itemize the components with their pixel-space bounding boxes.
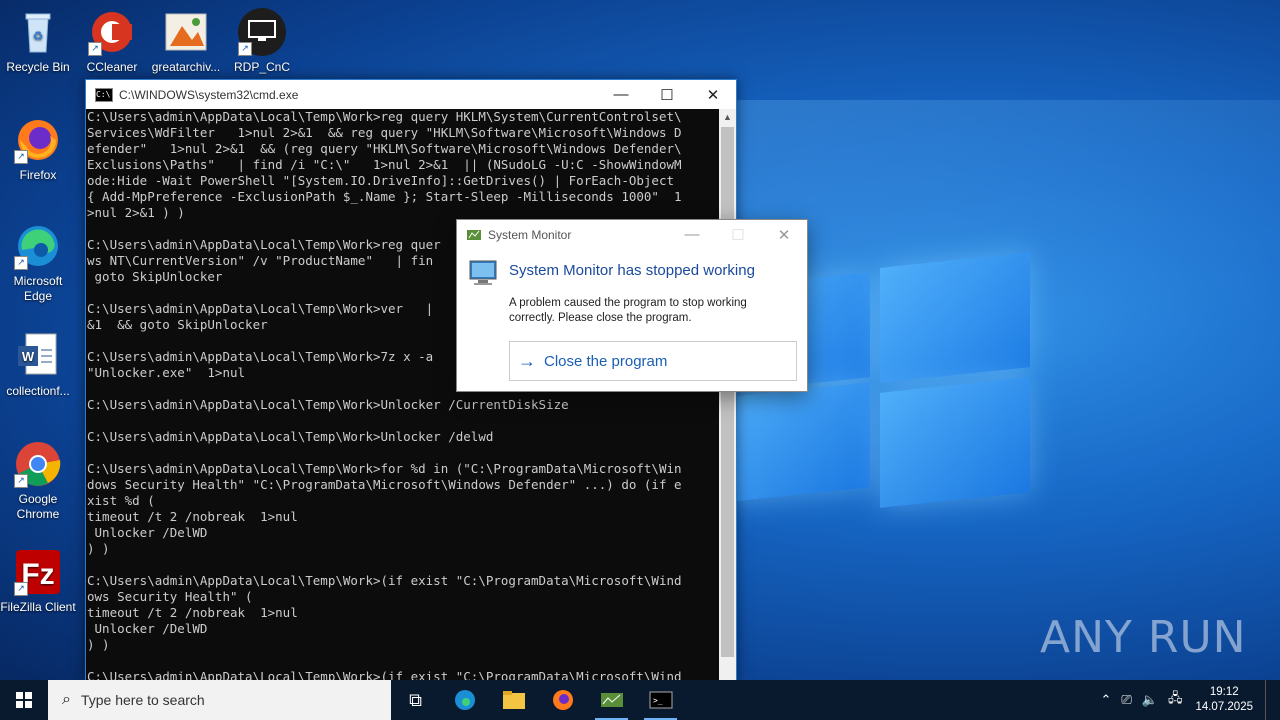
scroll-up-icon[interactable]: ▲ xyxy=(719,109,736,126)
scroll-thumb[interactable] xyxy=(721,127,734,657)
taskbar-clock[interactable]: 19:12 14.07.2025 xyxy=(1195,685,1253,715)
error-dialog[interactable]: System Monitor — ☐ ✕ System Monitor has … xyxy=(456,219,808,392)
console-icon: C:\ xyxy=(95,87,113,102)
edge-icon: ↗ xyxy=(14,222,62,270)
icon-label: Microsoft Edge xyxy=(13,274,63,303)
image-file-icon xyxy=(162,8,210,56)
console-icon: >_ xyxy=(649,691,672,709)
svg-text:W: W xyxy=(22,349,35,364)
volume-icon[interactable]: 🔈 xyxy=(1142,692,1158,708)
desktop-icon-collection-doc[interactable]: W collectionf... xyxy=(0,332,76,399)
icon-label: FileZilla Client xyxy=(0,600,76,614)
desktop-icon-ccleaner[interactable]: ↗ CCleaner xyxy=(74,8,150,75)
chrome-icon: ↗ xyxy=(14,440,62,488)
svg-text:>_: >_ xyxy=(653,696,663,705)
desktop-icon-recycle-bin[interactable]: ♻ Recycle Bin xyxy=(0,8,76,75)
ccleaner-icon: ↗ xyxy=(88,8,136,56)
desktop-icon-edge[interactable]: ↗ Microsoft Edge xyxy=(0,222,76,304)
search-placeholder: Type here to search xyxy=(80,692,205,708)
network-icon[interactable]: 🖧 xyxy=(1168,689,1183,711)
icon-label: Firefox xyxy=(19,168,57,182)
dialog-titlebar[interactable]: System Monitor — ☐ ✕ xyxy=(457,220,807,249)
filezilla-icon: Fz ↗ xyxy=(14,548,62,596)
taskbar-firefox[interactable] xyxy=(538,680,587,720)
task-view-icon: ⧉ xyxy=(409,689,422,710)
console-text: C:\Users\admin\AppData\Local\Temp\Work>r… xyxy=(87,109,682,681)
system-monitor-icon xyxy=(600,693,623,707)
close-program-label: Close the program xyxy=(544,352,668,370)
search-icon: ⌕ xyxy=(62,691,71,708)
anyrun-watermark: ANY RUN xyxy=(1040,612,1247,663)
minimize-button[interactable]: — xyxy=(598,80,644,109)
console-output[interactable]: C:\Users\admin\AppData\Local\Temp\Work>r… xyxy=(86,109,718,681)
icon-label: greatarchiv... xyxy=(151,60,221,74)
taskbar-system-monitor[interactable] xyxy=(587,680,636,720)
taskbar: ⌕ Type here to search ⧉ >_ ⌃ ⎚ 🔈 🖧 19:12… xyxy=(0,680,1280,720)
meet-now-icon[interactable]: ⎚ xyxy=(1121,692,1131,708)
desktop-icon-chrome[interactable]: ↗ Google Chrome xyxy=(0,440,76,522)
recycle-bin-icon: ♻ xyxy=(14,8,62,56)
svg-text:♻: ♻ xyxy=(33,29,44,43)
monitor-icon xyxy=(469,260,497,285)
system-tray: ⌃ ⎚ 🔈 🖧 19:12 14.07.2025 xyxy=(1095,680,1280,720)
arrow-right-icon: → xyxy=(518,350,536,371)
maximize-button[interactable]: ☐ xyxy=(644,80,690,109)
cmd-title: C:\WINDOWS\system32\cmd.exe xyxy=(119,87,299,102)
close-button[interactable]: ✕ xyxy=(690,80,736,109)
system-monitor-icon xyxy=(467,229,481,240)
folder-icon xyxy=(502,691,525,709)
icon-label: RDP_CnC xyxy=(233,60,290,74)
clock-time: 19:12 xyxy=(1209,686,1239,698)
start-button[interactable] xyxy=(0,680,48,720)
dialog-heading: System Monitor has stopped working xyxy=(509,262,755,279)
icon-label: Google Chrome xyxy=(16,492,60,521)
windows-start-icon xyxy=(16,692,32,708)
cmd-titlebar[interactable]: C:\ C:\WINDOWS\system32\cmd.exe — ☐ ✕ xyxy=(86,80,736,109)
task-view-button[interactable]: ⧉ xyxy=(391,680,440,720)
word-document-icon: W xyxy=(14,332,62,380)
close-program-button[interactable]: → Close the program xyxy=(509,341,797,381)
show-desktop-button[interactable] xyxy=(1265,680,1280,720)
clock-date: 14.07.2025 xyxy=(1195,701,1253,713)
dialog-close-button[interactable]: ✕ xyxy=(761,220,807,249)
dialog-maximize-button: ☐ xyxy=(731,226,745,244)
edge-icon xyxy=(454,690,475,710)
firefox-icon: ↗ xyxy=(14,116,62,164)
vertical-scrollbar[interactable]: ▲ xyxy=(719,109,736,681)
dialog-message: A problem caused the program to stop wor… xyxy=(509,297,747,324)
firefox-icon xyxy=(552,690,573,710)
taskbar-search-box[interactable]: ⌕ Type here to search xyxy=(48,680,391,720)
desktop-icon-greatarchive[interactable]: greatarchiv... xyxy=(148,8,224,75)
dialog-minimize-button[interactable]: — xyxy=(669,220,715,249)
taskbar-file-explorer[interactable] xyxy=(489,680,538,720)
icon-label: collectionf... xyxy=(6,384,70,398)
desktop-icon-firefox[interactable]: ↗ Firefox xyxy=(0,116,76,183)
chevron-up-icon[interactable]: ⌃ xyxy=(1100,692,1111,708)
taskbar-edge[interactable] xyxy=(440,680,489,720)
desktop-icon-rdp-cnc[interactable]: ↗ RDP_CnC xyxy=(224,8,300,75)
rdp-icon: ↗ xyxy=(238,8,286,56)
dialog-title: System Monitor xyxy=(488,227,572,242)
icon-label: Recycle Bin xyxy=(6,60,70,74)
desktop-icon-filezilla[interactable]: Fz ↗ FileZilla Client xyxy=(0,548,76,615)
taskbar-cmd[interactable]: >_ xyxy=(636,680,685,720)
icon-label: CCleaner xyxy=(86,60,138,74)
